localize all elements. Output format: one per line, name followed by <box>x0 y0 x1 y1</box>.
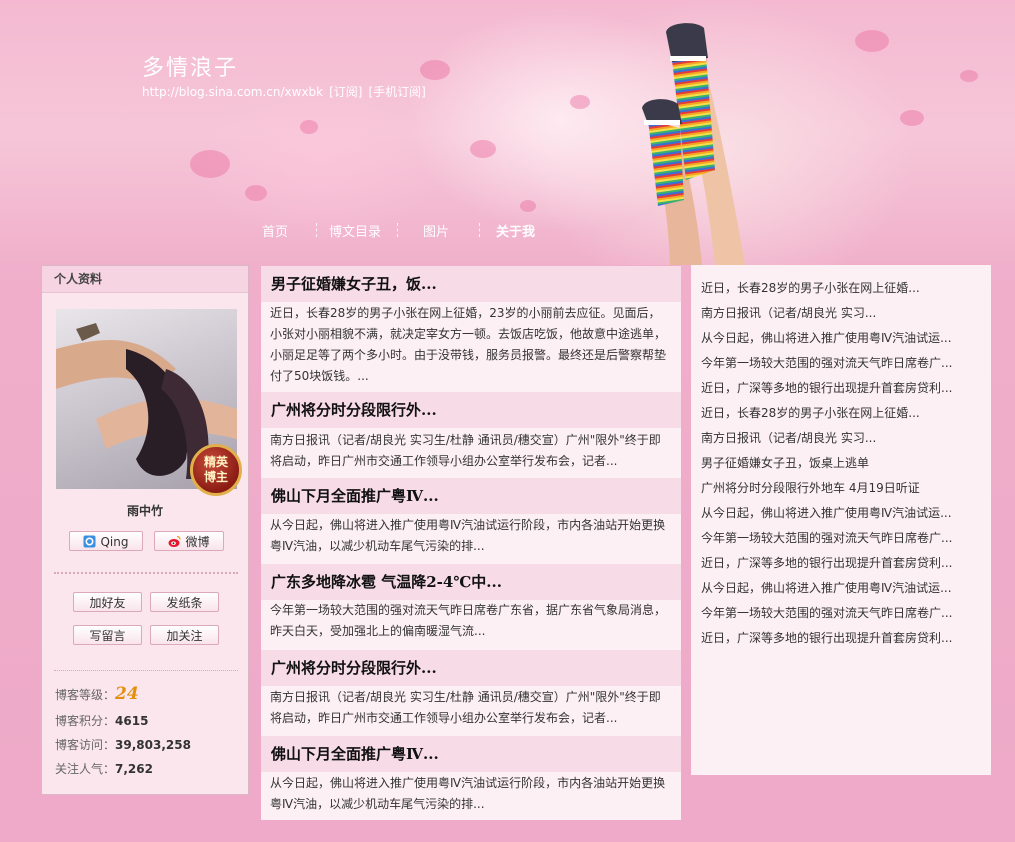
article-list: 男子征婚嫌女子丑，饭... 近日，长春28岁的男子小张在网上征婚，23岁的小丽前… <box>261 266 681 820</box>
list-item[interactable]: 从今日起，佛山将进入推广使用粤Ⅳ汽油试运... <box>701 504 952 521</box>
divider <box>54 572 238 574</box>
blog-points-label: 博客积分： <box>55 714 116 728</box>
summary-line: 小张对小丽相貌不满，就决定宰女方一顿。去饭店吃饭，他故意中途逃单， <box>270 327 667 341</box>
list-item[interactable]: 从今日起，佛山将进入推广使用粤Ⅳ汽油试运... <box>701 329 952 346</box>
summary-line: 小丽足足等了两个多小时。由于没带钱，服务员报警。最终还是后警察帮垫 <box>270 348 667 362</box>
article-title[interactable]: 广东多地降冰雹 气温降2-4℃中... <box>261 564 681 600</box>
elite-blogger-badge: 精英 博主 <box>190 444 242 496</box>
summary-line: 付了50块饭钱。... <box>270 369 369 383</box>
article-summary: 今年第一场较大范围的强对流天气昨日席卷广东省，据广东省气象局消息， 昨天白天，受… <box>270 600 672 642</box>
follow-button[interactable]: 加关注 <box>150 625 219 645</box>
blog-title[interactable]: 多情浪子 <box>142 50 238 82</box>
article-summary: 从今日起，佛山将进入推广使用粤Ⅳ汽油试运行阶段，市内各油站开始更换 粤Ⅳ汽油，以… <box>270 515 672 557</box>
nav-about-me[interactable]: 关于我 <box>496 221 535 240</box>
article-summary: 从今日起，佛山将进入推广使用粤Ⅳ汽油试运行阶段，市内各油站开始更换 粤Ⅳ汽油，以… <box>270 773 672 815</box>
blog-visits-value: 39,803,258 <box>115 738 191 752</box>
list-item[interactable]: 男子征婚嫌女子丑，饭桌上逃单 <box>701 454 869 471</box>
weibo-icon <box>168 535 182 547</box>
list-item[interactable]: 广州将分时分段限行外地车 4月19日听证 <box>701 479 920 496</box>
qing-icon <box>83 535 96 548</box>
add-friend-button[interactable]: 加好友 <box>73 592 142 612</box>
article-title[interactable]: 佛山下月全面推广粤Ⅳ... <box>261 736 681 772</box>
divider <box>54 670 238 671</box>
main-nav: 首页 博文目录 图片 关于我 <box>0 221 1015 241</box>
petal-decoration <box>570 95 590 109</box>
popularity-value: 7,262 <box>115 762 153 776</box>
article-title[interactable]: 佛山下月全面推广粤Ⅳ... <box>261 478 681 514</box>
petal-decoration <box>300 120 318 134</box>
list-item[interactable]: 今年第一场较大范围的强对流天气昨日席卷广... <box>701 529 952 546</box>
list-item[interactable]: 近日，长春28岁的男子小张在网上征婚... <box>701 279 920 296</box>
petal-decoration <box>190 150 230 178</box>
nav-separator <box>479 223 480 237</box>
blog-visits-label: 博客访问： <box>55 738 116 752</box>
list-item[interactable]: 近日，广深等多地的银行出现提升首套房贷利... <box>701 629 952 646</box>
petal-decoration <box>900 110 924 126</box>
summary-line: 南方日报讯（记者/胡良光 实习生/杜静 通讯员/穗交宣）广州"限外"终于即 <box>270 690 661 704</box>
article-title[interactable]: 广州将分时分段限行外... <box>261 392 681 428</box>
petal-decoration <box>420 60 450 80</box>
summary-line: 将启动，昨日广州市交通工作领导小组办公室举行发布会，记者... <box>270 711 618 725</box>
summary-line: 从今日起，佛山将进入推广使用粤Ⅳ汽油试运行阶段，市内各油站开始更换 <box>270 518 666 532</box>
list-item[interactable]: 近日，广深等多地的银行出现提升首套房贷利... <box>701 379 952 396</box>
nav-pictures[interactable]: 图片 <box>423 221 449 240</box>
username[interactable]: 雨中竹 <box>42 502 248 519</box>
blog-level-label: 博客等级： <box>55 688 116 702</box>
popularity-row: 关注人气：7,262 <box>55 760 153 777</box>
list-item[interactable]: 南方日报讯（记者/胡良光 实习... <box>701 304 876 321</box>
petal-decoration <box>520 200 536 212</box>
profile-heading: 个人资料 <box>42 266 248 293</box>
list-item[interactable]: 南方日报讯（记者/胡良光 实习... <box>701 429 876 446</box>
blog-points-value: 4615 <box>115 714 149 728</box>
nav-separator <box>316 223 317 237</box>
weibo-button[interactable]: 微博 <box>154 531 224 551</box>
blog-visits-row: 博客访问：39,803,258 <box>55 736 191 753</box>
mobile-subscribe-link[interactable]: [手机订阅] <box>369 85 426 99</box>
article-summary: 南方日报讯（记者/胡良光 实习生/杜静 通讯员/穗交宣）广州"限外"终于即 将启… <box>270 687 672 729</box>
leave-message-button[interactable]: 写留言 <box>73 625 142 645</box>
article-title[interactable]: 男子征婚嫌女子丑，饭... <box>261 266 681 302</box>
list-item[interactable]: 今年第一场较大范围的强对流天气昨日席卷广... <box>701 354 952 371</box>
nav-separator <box>397 223 398 237</box>
list-item[interactable]: 从今日起，佛山将进入推广使用粤Ⅳ汽油试运... <box>701 579 952 596</box>
summary-line: 南方日报讯（记者/胡良光 实习生/杜静 通讯员/穗交宣）广州"限外"终于即 <box>270 433 661 447</box>
blog-url-link[interactable]: http://blog.sina.com.cn/xwxbk <box>142 85 323 99</box>
send-note-button[interactable]: 发纸条 <box>150 592 219 612</box>
blog-url-line: http://blog.sina.com.cn/xwxbk [订阅] [手机订阅] <box>142 83 432 100</box>
summary-line: 昨天白天，受加强北上的偏南暖湿气流... <box>270 624 486 638</box>
summary-line: 粤Ⅳ汽油，以减少机动车尾气污染的排... <box>270 797 485 811</box>
badge-line2: 博主 <box>203 470 228 484</box>
badge-line1: 精英 <box>203 455 228 469</box>
petal-decoration <box>470 140 496 158</box>
qing-button[interactable]: Qing <box>69 531 143 551</box>
petal-decoration <box>960 70 978 82</box>
summary-line: 近日，长春28岁的男子小张在网上征婚，23岁的小丽前去应征。见面后， <box>270 306 661 320</box>
qing-label: Qing <box>100 535 129 549</box>
blog-level-value[interactable]: 24 <box>115 684 139 704</box>
article-summary: 近日，长春28岁的男子小张在网上征婚，23岁的小丽前去应征。见面后， 小张对小丽… <box>270 303 672 387</box>
header-banner: 多情浪子 http://blog.sina.com.cn/xwxbk [订阅] [手… <box>0 0 1015 265</box>
petal-decoration <box>245 185 267 201</box>
article-title[interactable]: 广州将分时分段限行外... <box>261 650 681 686</box>
nav-article-list[interactable]: 博文目录 <box>329 221 381 240</box>
weibo-label: 微博 <box>185 535 210 549</box>
list-item[interactable]: 近日，长春28岁的男子小张在网上征婚... <box>701 404 920 421</box>
nav-home[interactable]: 首页 <box>262 221 288 240</box>
article-summary: 南方日报讯（记者/胡良光 实习生/杜静 通讯员/穗交宣）广州"限外"终于即 将启… <box>270 430 672 472</box>
petal-decoration <box>855 30 889 52</box>
summary-line: 今年第一场较大范围的强对流天气昨日席卷广东省，据广东省气象局消息， <box>270 603 667 617</box>
blog-points-row: 博客积分：4615 <box>55 712 148 729</box>
summary-line: 从今日起，佛山将进入推广使用粤Ⅳ汽油试运行阶段，市内各油站开始更换 <box>270 776 666 790</box>
summary-line: 粤Ⅳ汽油，以减少机动车尾气污染的排... <box>270 539 485 553</box>
subscribe-link[interactable]: [订阅] <box>329 85 362 99</box>
list-item[interactable]: 今年第一场较大范围的强对流天气昨日席卷广... <box>701 604 952 621</box>
list-item[interactable]: 近日，广深等多地的银行出现提升首套房贷利... <box>701 554 952 571</box>
blog-level-row: 博客等级：24 <box>55 684 139 704</box>
popularity-label: 关注人气： <box>55 762 116 776</box>
summary-line: 将启动，昨日广州市交通工作领导小组办公室举行发布会，记者... <box>270 454 618 468</box>
related-list: 近日，长春28岁的男子小张在网上征婚... 南方日报讯（记者/胡良光 实习...… <box>691 265 991 775</box>
profile-panel: 个人资料 精英 博主 雨中竹 Qing 微博 加好友 发纸条 写留言 加关注 博… <box>41 265 249 795</box>
